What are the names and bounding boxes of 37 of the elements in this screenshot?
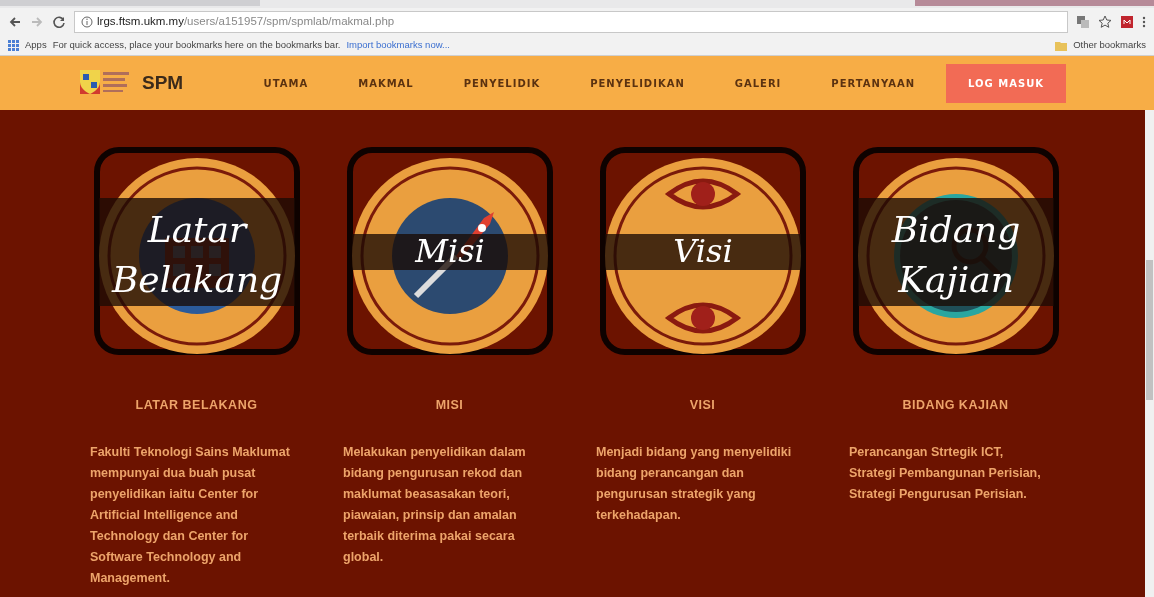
- info-icon: [81, 16, 93, 28]
- extension-icon[interactable]: [1120, 15, 1134, 29]
- nav-link[interactable]: UTAMA: [238, 75, 334, 91]
- back-arrow-icon[interactable]: [8, 15, 22, 29]
- section-heading: LATAR BELAKANG: [134, 397, 259, 414]
- image-title: Misi: [414, 232, 485, 270]
- star-icon[interactable]: [1098, 15, 1112, 29]
- section-text: Menjadi bidang yang menyelidiki bidang perancangan dan pengurusan strategik yang terkehadapan.: [596, 443, 793, 524]
- nav-link[interactable]: PENYELIDIK: [438, 75, 566, 91]
- apps-grid-icon[interactable]: [8, 40, 19, 51]
- section-text: Perancangan Strtegik ICT, Strategi Pembangunan Perisian, Strategi Pengurusan Perisian.: [849, 443, 1042, 503]
- section-text: Fakulti Teknologi Sains Maklumat mempunyai dua buah pusat penyelidikan iaitu Center for Artificial Intelligence and Technology dan Center for Software Technology and Management.: [90, 443, 291, 587]
- import-bookmarks-link[interactable]: Import bookmarks now...: [346, 38, 450, 53]
- image-title: Kajian: [897, 259, 1014, 300]
- scrollbar[interactable]: [1145, 110, 1154, 597]
- image-title: Belakang: [111, 259, 282, 300]
- image-title: Latar: [147, 209, 246, 250]
- url-text: lrgs.ftsm.ukm.my/users/a151957/spm/spmlab/makmal.php: [97, 14, 395, 30]
- brand-name: SPM: [142, 70, 184, 95]
- bookmarks-hint: For quick access, place your bookmarks here on the bookmarks bar.: [52, 38, 341, 53]
- nav-link[interactable]: PERTANYAAN: [806, 75, 941, 91]
- apps-link[interactable]: Apps: [25, 38, 47, 53]
- section-text: Melakukan penyelidikan dalam bidang pengurusan rekod dan maklumat beasasakan teori, piawaian, prinsip dan amalan terbaik diterima pakai secara global.: [343, 443, 527, 566]
- nav-link[interactable]: MAKMAL: [333, 75, 439, 91]
- address-bar[interactable]: lrgs.ftsm.ukm.my/users/a151957/spm/spmlab/makmal.php: [74, 11, 1068, 33]
- login-button[interactable]: LOG MASUK: [946, 63, 1066, 103]
- image-title: Bidang: [891, 209, 1020, 250]
- image-title: Visi: [672, 232, 733, 270]
- section-heading: BIDANG KAJIAN: [901, 397, 1010, 414]
- menu-icon[interactable]: [1142, 15, 1146, 29]
- nav-link[interactable]: GALERI: [709, 75, 807, 91]
- reload-icon[interactable]: [52, 15, 66, 29]
- other-bookmarks-link[interactable]: Other bookmarks: [1073, 38, 1146, 53]
- section-heading: MISI: [434, 397, 465, 414]
- section-heading: VISI: [688, 397, 717, 414]
- translate-icon[interactable]: [1076, 15, 1090, 29]
- nav-link[interactable]: PENYELIDIKAN: [565, 75, 710, 91]
